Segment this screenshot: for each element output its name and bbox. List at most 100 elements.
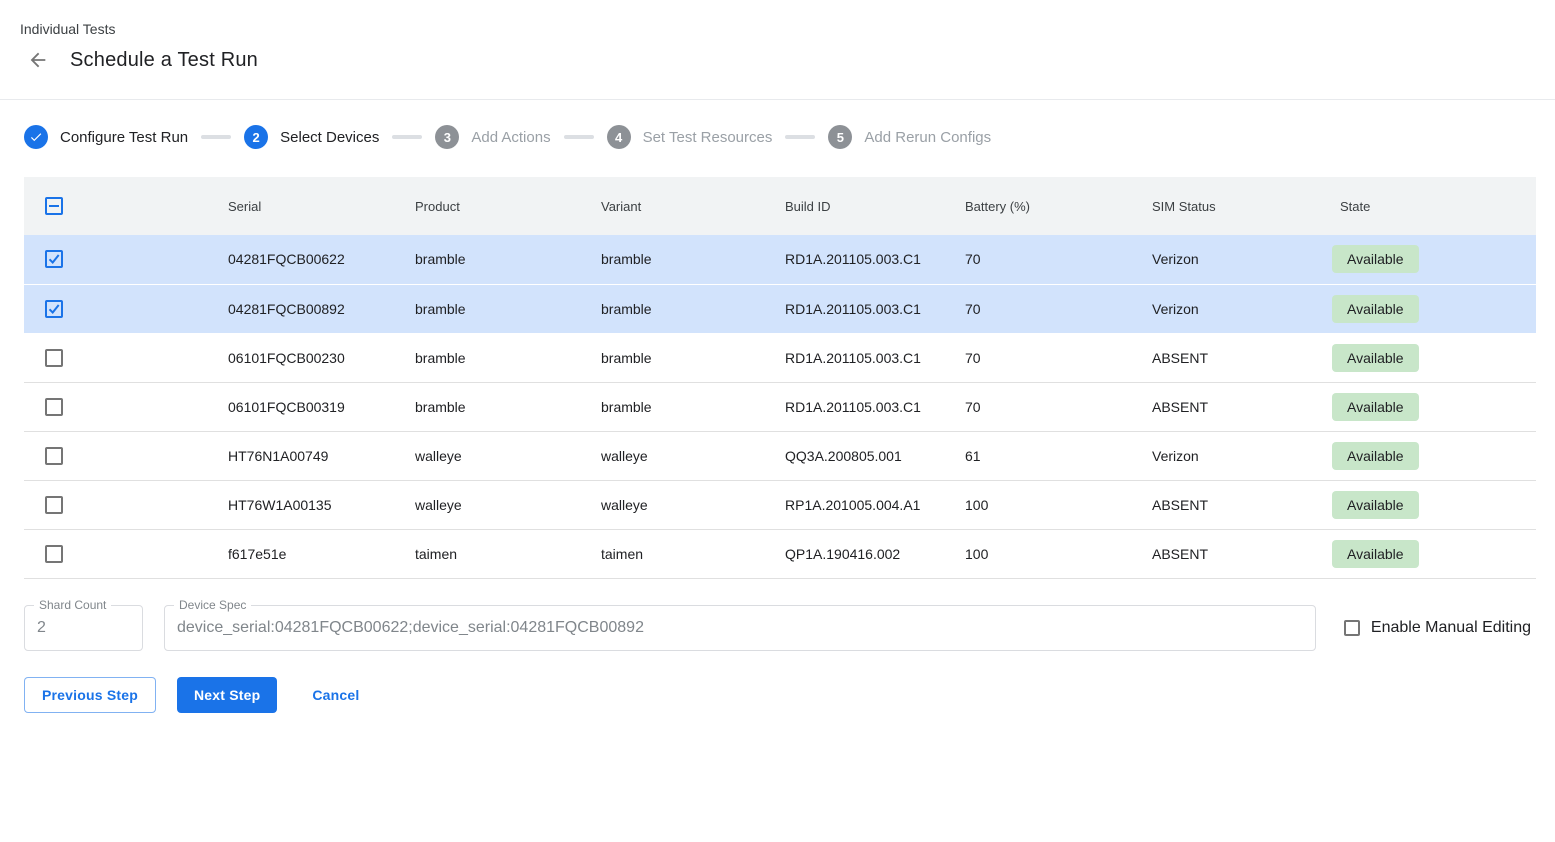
step-label: Select Devices — [280, 129, 379, 146]
cell-sim-status: ABSENT — [1152, 480, 1340, 529]
device-spec-field[interactable]: Device Spec device_serial:04281FQCB00622… — [164, 605, 1316, 651]
device-spec-form: Shard Count 2 Device Spec device_serial:… — [24, 605, 1531, 651]
row-checkbox[interactable] — [45, 250, 63, 268]
cell-build-id: RD1A.201105.003.C1 — [785, 284, 965, 333]
cell-serial: HT76N1A00749 — [228, 431, 415, 480]
column-header-battery: Battery (%) — [965, 177, 1152, 235]
cell-product: taimen — [415, 529, 601, 578]
row-checkbox[interactable] — [45, 496, 63, 514]
cell-serial: 06101FQCB00319 — [228, 382, 415, 431]
cell-battery: 100 — [965, 529, 1152, 578]
step-connector — [392, 135, 422, 139]
cell-variant: bramble — [601, 235, 785, 284]
cell-variant: taimen — [601, 529, 785, 578]
cell-sim-status: ABSENT — [1152, 382, 1340, 431]
status-badge: Available — [1332, 540, 1419, 568]
table-row[interactable]: f617e51e taimen taimen QP1A.190416.002 1… — [24, 529, 1536, 578]
step-check-icon — [24, 125, 48, 149]
step-connector — [564, 135, 594, 139]
row-checkbox[interactable] — [45, 447, 63, 465]
table-row[interactable]: HT76W1A00135 walleye walleye RP1A.201005… — [24, 480, 1536, 529]
previous-step-button[interactable]: Previous Step — [24, 677, 156, 713]
step-number: 4 — [607, 125, 631, 149]
breadcrumb: Individual Tests — [20, 22, 1555, 37]
status-badge: Available — [1332, 442, 1419, 470]
table-row[interactable]: HT76N1A00749 walleye walleye QQ3A.200805… — [24, 431, 1536, 480]
table-row[interactable]: 04281FQCB00622 bramble bramble RD1A.2011… — [24, 235, 1536, 284]
cell-build-id: RD1A.201105.003.C1 — [785, 382, 965, 431]
cell-battery: 70 — [965, 235, 1152, 284]
cell-serial: 04281FQCB00622 — [228, 235, 415, 284]
action-buttons: Previous Step Next Step Cancel — [24, 677, 1555, 713]
step-number: 3 — [435, 125, 459, 149]
stepper: Configure Test Run 2 Select Devices 3 Ad… — [24, 125, 1555, 149]
enable-manual-editing-checkbox[interactable] — [1344, 620, 1360, 636]
cell-product: walleye — [415, 431, 601, 480]
row-checkbox[interactable] — [45, 349, 63, 367]
cell-variant: bramble — [601, 284, 785, 333]
cell-sim-status: Verizon — [1152, 431, 1340, 480]
cell-battery: 70 — [965, 333, 1152, 382]
step-number: 2 — [244, 125, 268, 149]
cell-serial: 04281FQCB00892 — [228, 284, 415, 333]
status-badge: Available — [1332, 295, 1419, 323]
page-header: Individual Tests Schedule a Test Run — [0, 0, 1555, 100]
table-row[interactable]: 06101FQCB00319 bramble bramble RD1A.2011… — [24, 382, 1536, 431]
step-connector — [785, 135, 815, 139]
step-add-actions[interactable]: 3 Add Actions — [435, 125, 550, 149]
table-row[interactable]: 06101FQCB00230 bramble bramble RD1A.2011… — [24, 333, 1536, 382]
cell-sim-status: Verizon — [1152, 235, 1340, 284]
step-label: Add Actions — [471, 129, 550, 146]
next-step-button[interactable]: Next Step — [177, 677, 277, 713]
cell-battery: 70 — [965, 284, 1152, 333]
row-checkbox[interactable] — [45, 398, 63, 416]
cell-sim-status: ABSENT — [1152, 529, 1340, 578]
cell-variant: walleye — [601, 480, 785, 529]
cell-build-id: QP1A.190416.002 — [785, 529, 965, 578]
cell-serial: HT76W1A00135 — [228, 480, 415, 529]
column-header-serial: Serial — [228, 177, 415, 235]
status-badge: Available — [1332, 491, 1419, 519]
column-header-sim-status: SIM Status — [1152, 177, 1340, 235]
row-checkbox[interactable] — [45, 300, 63, 318]
step-label: Configure Test Run — [60, 129, 188, 146]
step-label: Add Rerun Configs — [864, 129, 991, 146]
cell-battery: 100 — [965, 480, 1152, 529]
page-title: Schedule a Test Run — [70, 49, 258, 72]
shard-count-field[interactable]: Shard Count 2 — [24, 605, 143, 651]
step-add-rerun-configs[interactable]: 5 Add Rerun Configs — [828, 125, 991, 149]
select-all-checkbox[interactable] — [45, 197, 63, 215]
column-header-variant: Variant — [601, 177, 785, 235]
cell-build-id: RP1A.201005.004.A1 — [785, 480, 965, 529]
cell-battery: 61 — [965, 431, 1152, 480]
device-spec-value[interactable]: device_serial:04281FQCB00622;device_seri… — [165, 606, 1315, 637]
cell-variant: walleye — [601, 431, 785, 480]
step-select-devices[interactable]: 2 Select Devices — [244, 125, 379, 149]
column-header-state: State — [1340, 177, 1536, 235]
table-row[interactable]: 04281FQCB00892 bramble bramble RD1A.2011… — [24, 284, 1536, 333]
step-connector — [201, 135, 231, 139]
device-spec-label: Device Spec — [174, 598, 251, 612]
shard-count-label: Shard Count — [34, 598, 111, 612]
cell-serial: 06101FQCB00230 — [228, 333, 415, 382]
cell-battery: 70 — [965, 382, 1152, 431]
step-label: Set Test Resources — [643, 129, 773, 146]
cell-build-id: RD1A.201105.003.C1 — [785, 333, 965, 382]
cell-serial: f617e51e — [228, 529, 415, 578]
step-configure-test-run[interactable]: Configure Test Run — [24, 125, 188, 149]
cell-product: bramble — [415, 333, 601, 382]
table-header-row: Serial Product Variant Build ID Battery … — [24, 177, 1536, 235]
device-table: Serial Product Variant Build ID Battery … — [24, 177, 1536, 579]
step-set-test-resources[interactable]: 4 Set Test Resources — [607, 125, 773, 149]
cell-product: bramble — [415, 235, 601, 284]
cell-variant: bramble — [601, 382, 785, 431]
status-badge: Available — [1332, 245, 1419, 273]
cell-product: walleye — [415, 480, 601, 529]
cell-variant: bramble — [601, 333, 785, 382]
enable-manual-editing-toggle[interactable]: Enable Manual Editing — [1344, 619, 1531, 637]
row-checkbox[interactable] — [45, 545, 63, 563]
cell-product: bramble — [415, 382, 601, 431]
cell-sim-status: ABSENT — [1152, 333, 1340, 382]
back-arrow-icon[interactable] — [26, 48, 50, 72]
cancel-button[interactable]: Cancel — [296, 677, 375, 713]
